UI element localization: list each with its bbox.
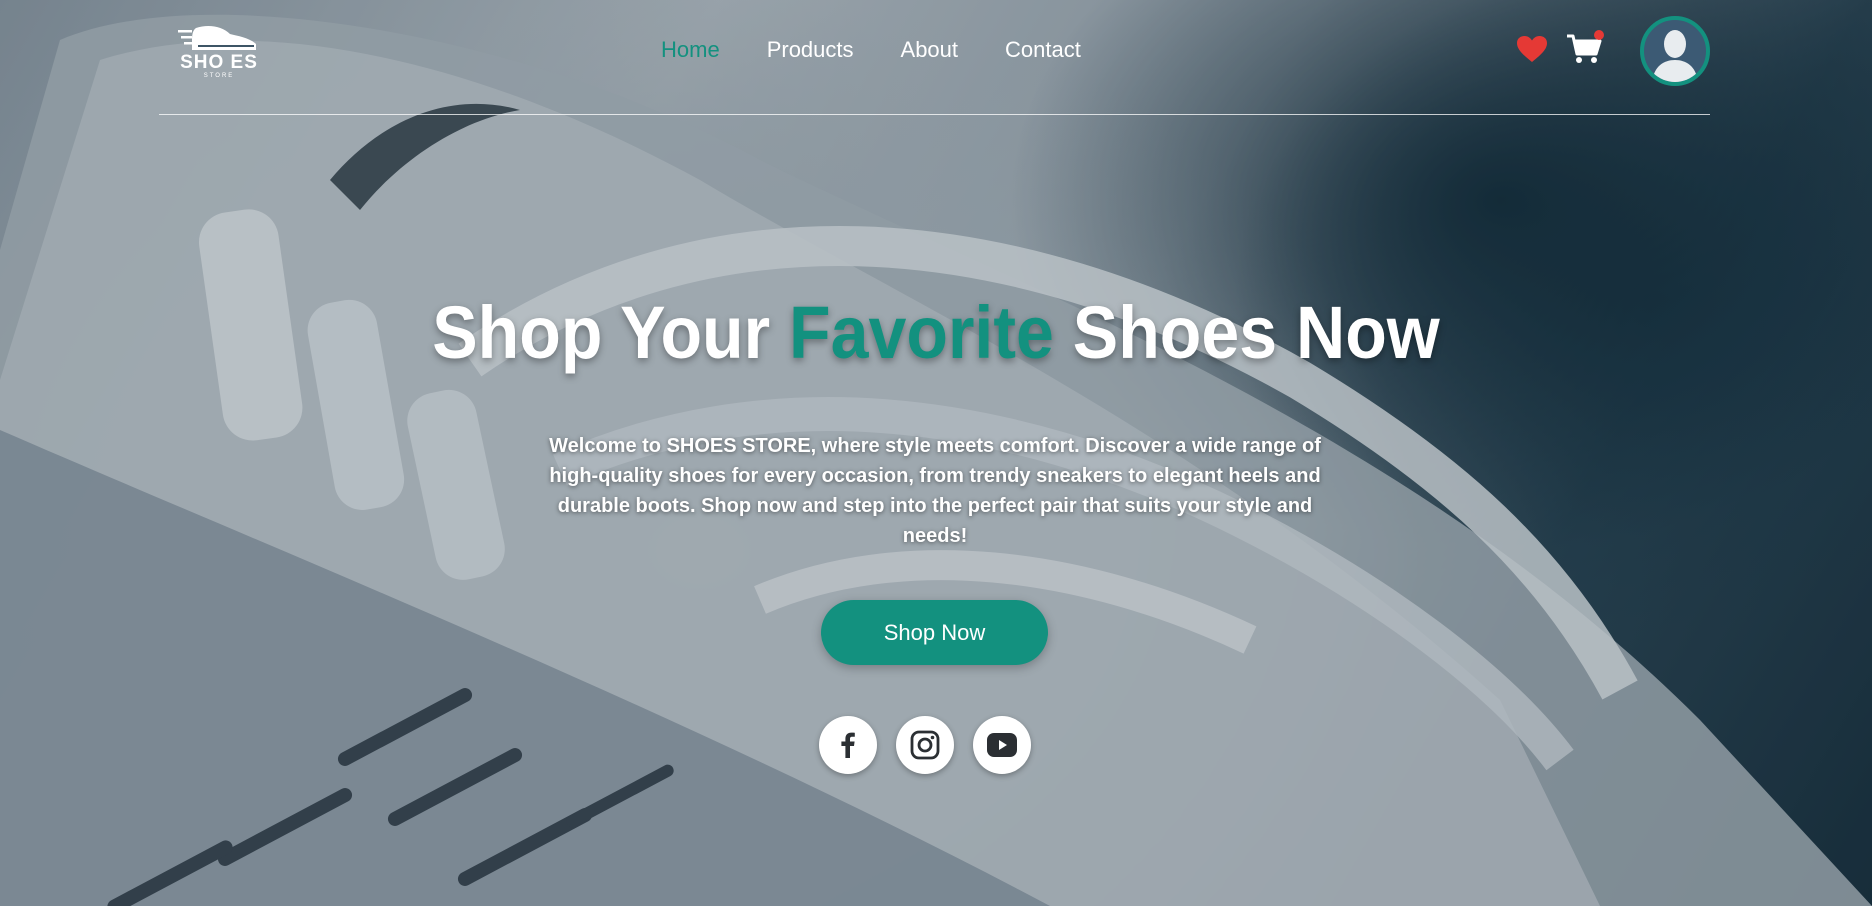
facebook-icon[interactable] [819, 716, 877, 774]
hero-title-end: Shoes Now [1053, 291, 1440, 374]
user-silhouette-icon [1652, 30, 1698, 82]
nav-about[interactable]: About [901, 37, 959, 63]
shoe-logo-icon [178, 26, 256, 50]
hero-title: Shop Your Favorite Shoes Now [75, 290, 1797, 375]
main-nav: Home Products About Contact [661, 37, 1081, 63]
header-actions [1516, 16, 1710, 86]
cart-badge-dot [1594, 29, 1604, 40]
hero-title-accent: Favorite [789, 291, 1054, 374]
nav-products[interactable]: Products [767, 37, 854, 63]
logo-subtext: STORE [203, 73, 235, 79]
cart-icon[interactable] [1566, 29, 1604, 70]
nav-home[interactable]: Home [661, 37, 720, 63]
avatar[interactable] [1640, 16, 1710, 86]
youtube-icon[interactable] [973, 716, 1031, 774]
hero-description: Welcome to SHOES STORE, where style meet… [549, 435, 1321, 547]
logo-text: SHO ES [180, 52, 258, 73]
hero-title-start: Shop Your [432, 291, 790, 374]
heart-icon[interactable] [1516, 35, 1548, 68]
social-links [819, 716, 1031, 774]
site-header: SHO ES STORE Home Products About Contact [159, 0, 1710, 115]
shop-now-button[interactable]: Shop Now [821, 600, 1048, 665]
brand-logo[interactable]: SHO ES STORE [177, 22, 261, 86]
nav-contact[interactable]: Contact [1005, 37, 1081, 63]
instagram-icon[interactable] [896, 716, 954, 774]
